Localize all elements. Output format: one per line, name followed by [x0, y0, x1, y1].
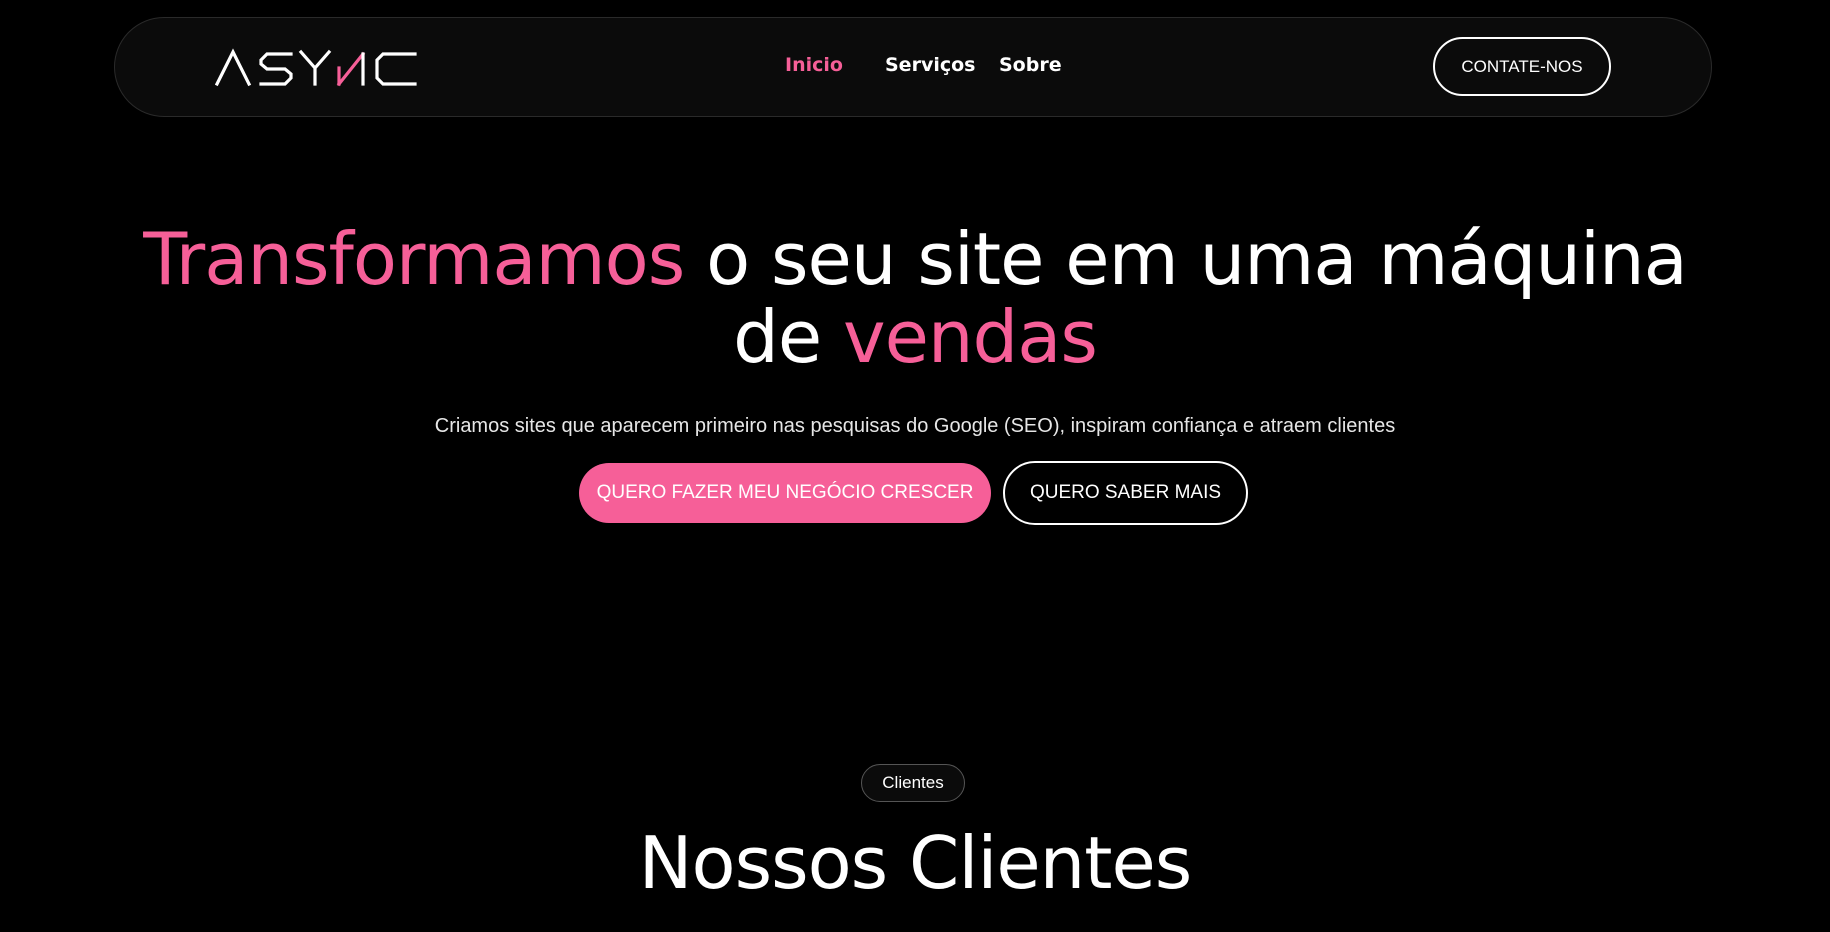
hero-subtitle: Criamos sites que aparecem primeiro nas …	[434, 415, 1396, 437]
navbar: Inicio Serviços Sobre CONTATE-NOS	[114, 17, 1712, 117]
hero-title-text-2: de	[733, 295, 843, 379]
learn-more-button[interactable]: QUERO SABER MAIS	[1003, 461, 1248, 525]
nav-inicio[interactable]: Inicio	[785, 54, 843, 76]
contact-button[interactable]: CONTATE-NOS	[1433, 37, 1611, 96]
hero-title-highlight-1: Transformamos	[143, 217, 685, 301]
hero-title: Transformamos o seu site em uma máquina …	[0, 220, 1830, 376]
clients-section-title: Nossos Clientes	[638, 821, 1193, 905]
hero-title-text-1: o seu site em uma máquina	[684, 217, 1688, 301]
hero-title-highlight-2: vendas	[843, 295, 1098, 379]
async-logo[interactable]	[215, 48, 419, 88]
nav-sobre[interactable]: Sobre	[999, 54, 1062, 76]
clients-badge: Clientes	[861, 764, 965, 802]
nav-servicos[interactable]: Serviços	[885, 54, 975, 76]
grow-business-button[interactable]: QUERO FAZER MEU NEGÓCIO CRESCER	[579, 463, 991, 523]
